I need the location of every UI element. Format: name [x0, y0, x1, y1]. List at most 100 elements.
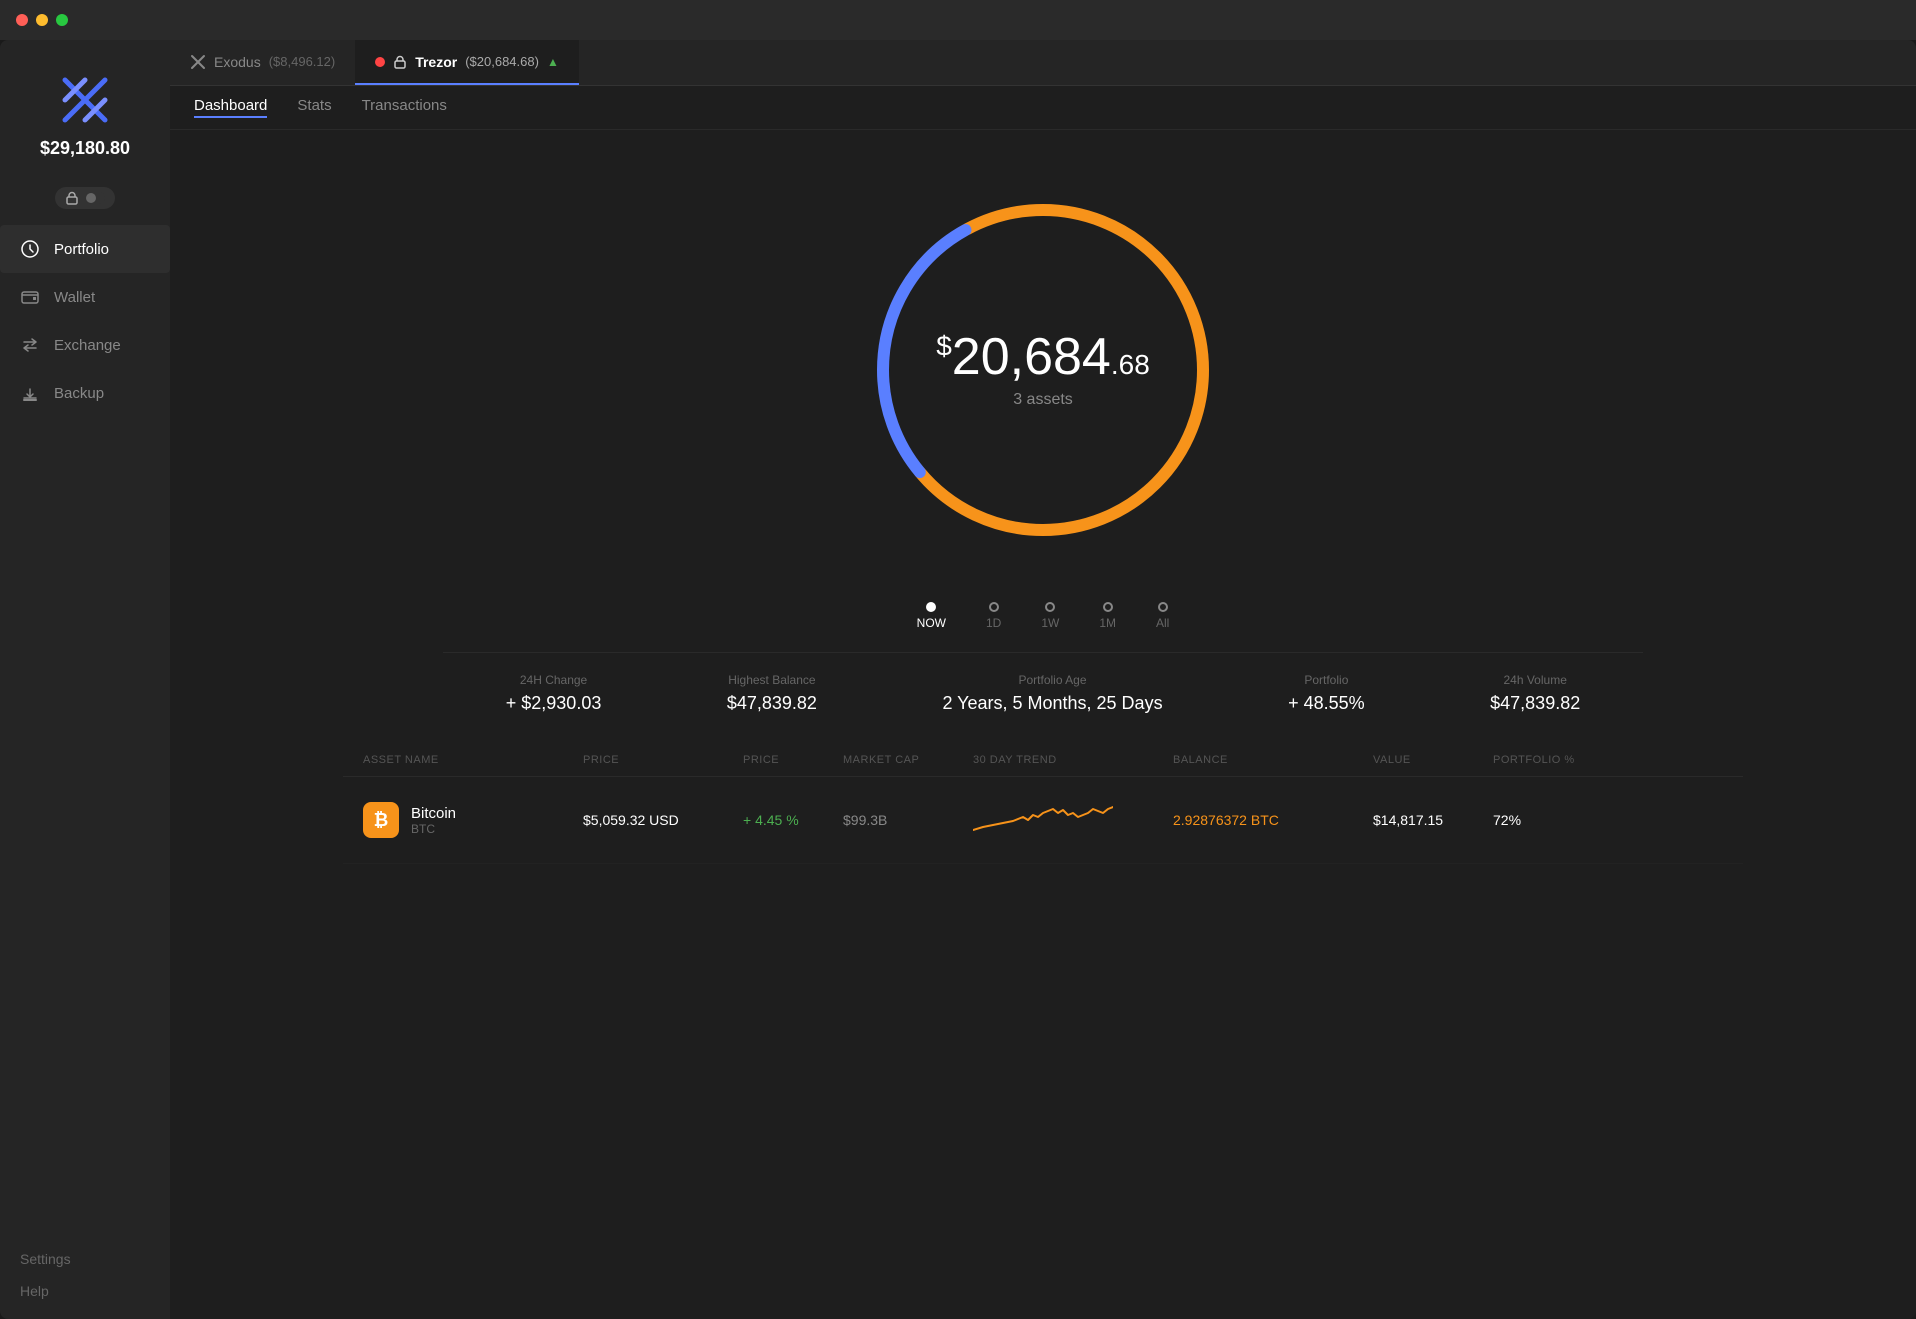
- header-asset-name: ASSET NAME: [363, 754, 583, 766]
- table-header: ASSET NAME PRICE PRICE MARKET CAP 30 DAY…: [343, 744, 1743, 777]
- exchange-icon: [20, 335, 40, 355]
- stat-highest-balance: Highest Balance $47,839.82: [727, 673, 817, 714]
- portfolio-icon: [20, 239, 40, 259]
- amount-main: 20,684: [952, 328, 1111, 386]
- traffic-green[interactable]: [56, 14, 68, 26]
- timeline-label-1m: 1M: [1099, 616, 1116, 630]
- trezor-chevron-icon: ▲: [547, 55, 559, 69]
- header-balance: BALANCE: [1173, 754, 1373, 766]
- timeline-dot-all: [1158, 602, 1168, 612]
- main-content: Exodus ($8,496.12) Trezor ($20,684.68) ▲…: [170, 40, 1916, 1319]
- help-link[interactable]: Help: [20, 1283, 150, 1299]
- header-value: VALUE: [1373, 754, 1493, 766]
- tab-exodus[interactable]: Exodus ($8,496.12): [170, 40, 355, 85]
- exodus-tab-amount: ($8,496.12): [269, 54, 336, 69]
- tab-trezor[interactable]: Trezor ($20,684.68) ▲: [355, 40, 579, 85]
- tab-stats[interactable]: Stats: [297, 97, 331, 118]
- header-price-1: PRICE: [583, 754, 743, 766]
- stat-highest-label: Highest Balance: [728, 673, 815, 687]
- btc-value: $14,817.15: [1373, 812, 1493, 828]
- exodus-tab-name: Exodus: [214, 54, 261, 70]
- stat-portfolio-label: Portfolio: [1304, 673, 1348, 687]
- timeline-1m[interactable]: 1M: [1099, 602, 1116, 630]
- timeline-dot-1d: [989, 602, 999, 612]
- sidebar-logo: $29,180.80: [0, 60, 170, 179]
- sidebar: $29,180.80: [0, 40, 170, 1319]
- btc-asset-info: ₿ Bitcoin BTC: [363, 802, 583, 838]
- traffic-red[interactable]: [16, 14, 28, 26]
- backup-label: Backup: [54, 385, 104, 402]
- stat-age-value: 2 Years, 5 Months, 25 Days: [942, 693, 1162, 714]
- stat-change-value: + $2,930.03: [506, 693, 602, 714]
- amount-cents: .68: [1111, 349, 1150, 380]
- sidebar-item-wallet[interactable]: Wallet: [0, 273, 170, 321]
- timeline-label-1d: 1D: [986, 616, 1001, 630]
- lock-toggle[interactable]: [0, 187, 170, 209]
- stat-24h-change: 24H Change + $2,930.03: [506, 673, 602, 714]
- btc-price-change: + 4.45 %: [743, 812, 843, 828]
- trezor-tab-amount: ($20,684.68): [465, 54, 539, 69]
- backup-icon: [20, 383, 40, 403]
- titlebar: [0, 0, 1916, 40]
- timeline-dot-1w: [1045, 602, 1055, 612]
- sidebar-item-backup[interactable]: Backup: [0, 369, 170, 417]
- timeline: NOW 1D 1W 1M All: [917, 602, 1170, 630]
- app-window: $29,180.80: [0, 40, 1916, 1319]
- btc-name: Bitcoin: [411, 805, 456, 822]
- chart-container: $20,684.68 3 assets: [833, 160, 1253, 580]
- dashboard: $20,684.68 3 assets NOW 1D 1W: [170, 130, 1916, 1319]
- timeline-dot-now: [926, 602, 936, 612]
- total-balance: $29,180.80: [40, 138, 130, 159]
- timeline-1d[interactable]: 1D: [986, 602, 1001, 630]
- trezor-lock-icon: [393, 55, 407, 69]
- btc-sparkline: [973, 795, 1173, 845]
- header-portfolio-pct: PORTFOLIO %: [1493, 754, 1593, 766]
- trezor-status-dot: [375, 57, 385, 67]
- btc-balance: 2.92876372 BTC: [1173, 812, 1373, 828]
- btc-portfolio-pct: 72%: [1493, 812, 1593, 828]
- chart-amount: $20,684.68: [936, 331, 1150, 383]
- chart-assets-label: 3 assets: [936, 391, 1150, 409]
- traffic-yellow[interactable]: [36, 14, 48, 26]
- timeline-1w[interactable]: 1W: [1041, 602, 1059, 630]
- portfolio-label: Portfolio: [54, 241, 109, 258]
- timeline-label-1w: 1W: [1041, 616, 1059, 630]
- sidebar-bottom: Settings Help: [0, 1231, 170, 1319]
- stats-row: 24H Change + $2,930.03 Highest Balance $…: [443, 652, 1643, 734]
- nav-items: Portfolio Wallet: [0, 225, 170, 1231]
- btc-market-cap: $99.3B: [843, 812, 973, 828]
- stat-highest-value: $47,839.82: [727, 693, 817, 714]
- stat-portfolio-value: + 48.55%: [1288, 693, 1365, 714]
- sidebar-item-portfolio[interactable]: Portfolio: [0, 225, 170, 273]
- app-logo: [55, 70, 115, 130]
- exodus-logo-icon: [190, 54, 206, 70]
- timeline-label-now: NOW: [917, 616, 946, 630]
- stat-volume-value: $47,839.82: [1490, 693, 1580, 714]
- stat-portfolio-age: Portfolio Age 2 Years, 5 Months, 25 Days: [942, 673, 1162, 714]
- amount-dollar: $: [936, 331, 952, 362]
- timeline-now[interactable]: NOW: [917, 602, 946, 630]
- trezor-tab-name: Trezor: [415, 54, 457, 70]
- btc-icon: ₿: [363, 802, 399, 838]
- header-price-2: PRICE: [743, 754, 843, 766]
- sub-tabs: Dashboard Stats Transactions: [170, 86, 1916, 130]
- wallet-icon: [20, 287, 40, 307]
- wallet-label: Wallet: [54, 289, 95, 306]
- stat-24h-volume: 24h Volume $47,839.82: [1490, 673, 1580, 714]
- stat-portfolio: Portfolio + 48.55%: [1288, 673, 1365, 714]
- stat-volume-label: 24h Volume: [1503, 673, 1566, 687]
- timeline-dot-1m: [1103, 602, 1113, 612]
- assets-table: ASSET NAME PRICE PRICE MARKET CAP 30 DAY…: [343, 744, 1743, 864]
- stat-age-label: Portfolio Age: [1018, 673, 1086, 687]
- table-row[interactable]: ₿ Bitcoin BTC $5,059.32 USD + 4.45 % $99…: [343, 777, 1743, 864]
- sidebar-item-exchange[interactable]: Exchange: [0, 321, 170, 369]
- settings-link[interactable]: Settings: [20, 1251, 150, 1267]
- tab-transactions[interactable]: Transactions: [362, 97, 447, 118]
- btc-price-usd: $5,059.32 USD: [583, 812, 743, 828]
- tab-dashboard[interactable]: Dashboard: [194, 97, 267, 118]
- stat-change-label: 24H Change: [520, 673, 587, 687]
- timeline-all[interactable]: All: [1156, 602, 1169, 630]
- wallet-tabs: Exodus ($8,496.12) Trezor ($20,684.68) ▲: [170, 40, 1916, 86]
- exchange-label: Exchange: [54, 337, 121, 354]
- header-30day-trend: 30 DAY TREND: [973, 754, 1173, 766]
